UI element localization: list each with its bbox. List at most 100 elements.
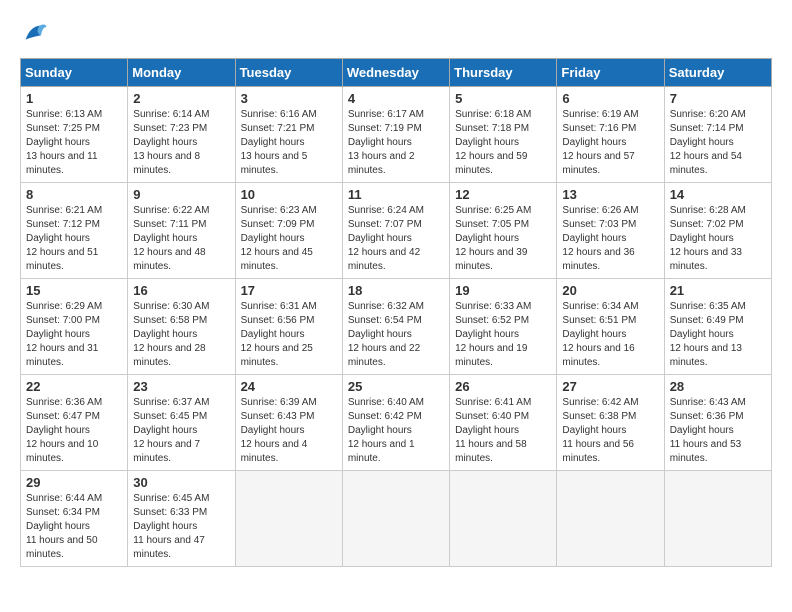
calendar-cell: 23 Sunrise: 6:37 AM Sunset: 6:45 PM Dayl… bbox=[128, 375, 235, 471]
day-info: Sunrise: 6:26 AM Sunset: 7:03 PM Dayligh… bbox=[562, 204, 658, 274]
calendar-cell: 17 Sunrise: 6:31 AM Sunset: 6:56 PM Dayl… bbox=[235, 279, 342, 375]
day-number: 14 bbox=[670, 187, 766, 202]
day-number: 7 bbox=[670, 91, 766, 106]
day-info: Sunrise: 6:39 AM Sunset: 6:43 PM Dayligh… bbox=[241, 396, 337, 466]
calendar-cell: 24 Sunrise: 6:39 AM Sunset: 6:43 PM Dayl… bbox=[235, 375, 342, 471]
calendar-cell: 21 Sunrise: 6:35 AM Sunset: 6:49 PM Dayl… bbox=[664, 279, 771, 375]
calendar-cell: 6 Sunrise: 6:19 AM Sunset: 7:16 PM Dayli… bbox=[557, 87, 664, 183]
calendar-cell: 14 Sunrise: 6:28 AM Sunset: 7:02 PM Dayl… bbox=[664, 183, 771, 279]
day-info: Sunrise: 6:30 AM Sunset: 6:58 PM Dayligh… bbox=[133, 300, 229, 370]
calendar-cell: 18 Sunrise: 6:32 AM Sunset: 6:54 PM Dayl… bbox=[342, 279, 449, 375]
day-number: 27 bbox=[562, 379, 658, 394]
day-number: 20 bbox=[562, 283, 658, 298]
day-info: Sunrise: 6:45 AM Sunset: 6:33 PM Dayligh… bbox=[133, 492, 229, 562]
day-number: 8 bbox=[26, 187, 122, 202]
day-number: 4 bbox=[348, 91, 444, 106]
day-info: Sunrise: 6:14 AM Sunset: 7:23 PM Dayligh… bbox=[133, 108, 229, 178]
day-info: Sunrise: 6:19 AM Sunset: 7:16 PM Dayligh… bbox=[562, 108, 658, 178]
day-number: 15 bbox=[26, 283, 122, 298]
calendar-cell: 22 Sunrise: 6:36 AM Sunset: 6:47 PM Dayl… bbox=[21, 375, 128, 471]
calendar-cell: 1 Sunrise: 6:13 AM Sunset: 7:25 PM Dayli… bbox=[21, 87, 128, 183]
calendar-cell: 20 Sunrise: 6:34 AM Sunset: 6:51 PM Dayl… bbox=[557, 279, 664, 375]
day-number: 19 bbox=[455, 283, 551, 298]
calendar-cell: 10 Sunrise: 6:23 AM Sunset: 7:09 PM Dayl… bbox=[235, 183, 342, 279]
day-info: Sunrise: 6:22 AM Sunset: 7:11 PM Dayligh… bbox=[133, 204, 229, 274]
calendar-cell: 26 Sunrise: 6:41 AM Sunset: 6:40 PM Dayl… bbox=[450, 375, 557, 471]
calendar-week-4: 22 Sunrise: 6:36 AM Sunset: 6:47 PM Dayl… bbox=[21, 375, 772, 471]
day-number: 10 bbox=[241, 187, 337, 202]
day-number: 24 bbox=[241, 379, 337, 394]
calendar-cell: 16 Sunrise: 6:30 AM Sunset: 6:58 PM Dayl… bbox=[128, 279, 235, 375]
day-info: Sunrise: 6:24 AM Sunset: 7:07 PM Dayligh… bbox=[348, 204, 444, 274]
calendar-cell: 29 Sunrise: 6:44 AM Sunset: 6:34 PM Dayl… bbox=[21, 471, 128, 567]
calendar-cell: 27 Sunrise: 6:42 AM Sunset: 6:38 PM Dayl… bbox=[557, 375, 664, 471]
logo-bird-icon bbox=[20, 20, 48, 48]
calendar-cell bbox=[235, 471, 342, 567]
calendar-cell: 4 Sunrise: 6:17 AM Sunset: 7:19 PM Dayli… bbox=[342, 87, 449, 183]
calendar-cell: 15 Sunrise: 6:29 AM Sunset: 7:00 PM Dayl… bbox=[21, 279, 128, 375]
day-info: Sunrise: 6:31 AM Sunset: 6:56 PM Dayligh… bbox=[241, 300, 337, 370]
calendar-cell: 5 Sunrise: 6:18 AM Sunset: 7:18 PM Dayli… bbox=[450, 87, 557, 183]
day-number: 26 bbox=[455, 379, 551, 394]
day-number: 16 bbox=[133, 283, 229, 298]
day-info: Sunrise: 6:23 AM Sunset: 7:09 PM Dayligh… bbox=[241, 204, 337, 274]
calendar-cell: 8 Sunrise: 6:21 AM Sunset: 7:12 PM Dayli… bbox=[21, 183, 128, 279]
calendar-cell bbox=[342, 471, 449, 567]
calendar-week-2: 8 Sunrise: 6:21 AM Sunset: 7:12 PM Dayli… bbox=[21, 183, 772, 279]
day-info: Sunrise: 6:44 AM Sunset: 6:34 PM Dayligh… bbox=[26, 492, 122, 562]
day-number: 17 bbox=[241, 283, 337, 298]
day-info: Sunrise: 6:34 AM Sunset: 6:51 PM Dayligh… bbox=[562, 300, 658, 370]
day-number: 29 bbox=[26, 475, 122, 490]
day-number: 2 bbox=[133, 91, 229, 106]
day-number: 28 bbox=[670, 379, 766, 394]
calendar-cell: 3 Sunrise: 6:16 AM Sunset: 7:21 PM Dayli… bbox=[235, 87, 342, 183]
calendar-cell: 25 Sunrise: 6:40 AM Sunset: 6:42 PM Dayl… bbox=[342, 375, 449, 471]
calendar-cell: 13 Sunrise: 6:26 AM Sunset: 7:03 PM Dayl… bbox=[557, 183, 664, 279]
calendar-week-1: 1 Sunrise: 6:13 AM Sunset: 7:25 PM Dayli… bbox=[21, 87, 772, 183]
calendar-cell: 7 Sunrise: 6:20 AM Sunset: 7:14 PM Dayli… bbox=[664, 87, 771, 183]
day-info: Sunrise: 6:43 AM Sunset: 6:36 PM Dayligh… bbox=[670, 396, 766, 466]
day-info: Sunrise: 6:20 AM Sunset: 7:14 PM Dayligh… bbox=[670, 108, 766, 178]
day-number: 30 bbox=[133, 475, 229, 490]
header-wednesday: Wednesday bbox=[342, 59, 449, 87]
day-number: 5 bbox=[455, 91, 551, 106]
calendar-week-3: 15 Sunrise: 6:29 AM Sunset: 7:00 PM Dayl… bbox=[21, 279, 772, 375]
day-info: Sunrise: 6:37 AM Sunset: 6:45 PM Dayligh… bbox=[133, 396, 229, 466]
day-number: 11 bbox=[348, 187, 444, 202]
day-info: Sunrise: 6:21 AM Sunset: 7:12 PM Dayligh… bbox=[26, 204, 122, 274]
day-info: Sunrise: 6:35 AM Sunset: 6:49 PM Dayligh… bbox=[670, 300, 766, 370]
calendar-cell: 19 Sunrise: 6:33 AM Sunset: 6:52 PM Dayl… bbox=[450, 279, 557, 375]
day-number: 21 bbox=[670, 283, 766, 298]
calendar-cell: 9 Sunrise: 6:22 AM Sunset: 7:11 PM Dayli… bbox=[128, 183, 235, 279]
header-saturday: Saturday bbox=[664, 59, 771, 87]
header-friday: Friday bbox=[557, 59, 664, 87]
calendar-cell bbox=[557, 471, 664, 567]
day-number: 22 bbox=[26, 379, 122, 394]
calendar-cell bbox=[450, 471, 557, 567]
day-number: 23 bbox=[133, 379, 229, 394]
day-info: Sunrise: 6:36 AM Sunset: 6:47 PM Dayligh… bbox=[26, 396, 122, 466]
day-info: Sunrise: 6:28 AM Sunset: 7:02 PM Dayligh… bbox=[670, 204, 766, 274]
day-info: Sunrise: 6:17 AM Sunset: 7:19 PM Dayligh… bbox=[348, 108, 444, 178]
calendar-cell: 11 Sunrise: 6:24 AM Sunset: 7:07 PM Dayl… bbox=[342, 183, 449, 279]
day-info: Sunrise: 6:40 AM Sunset: 6:42 PM Dayligh… bbox=[348, 396, 444, 466]
day-info: Sunrise: 6:33 AM Sunset: 6:52 PM Dayligh… bbox=[455, 300, 551, 370]
day-number: 6 bbox=[562, 91, 658, 106]
calendar-cell: 2 Sunrise: 6:14 AM Sunset: 7:23 PM Dayli… bbox=[128, 87, 235, 183]
calendar-cell: 28 Sunrise: 6:43 AM Sunset: 6:36 PM Dayl… bbox=[664, 375, 771, 471]
calendar-header-row: SundayMondayTuesdayWednesdayThursdayFrid… bbox=[21, 59, 772, 87]
day-info: Sunrise: 6:29 AM Sunset: 7:00 PM Dayligh… bbox=[26, 300, 122, 370]
day-info: Sunrise: 6:13 AM Sunset: 7:25 PM Dayligh… bbox=[26, 108, 122, 178]
day-number: 12 bbox=[455, 187, 551, 202]
day-number: 18 bbox=[348, 283, 444, 298]
calendar-cell: 12 Sunrise: 6:25 AM Sunset: 7:05 PM Dayl… bbox=[450, 183, 557, 279]
logo bbox=[20, 20, 52, 48]
day-info: Sunrise: 6:25 AM Sunset: 7:05 PM Dayligh… bbox=[455, 204, 551, 274]
day-number: 1 bbox=[26, 91, 122, 106]
day-number: 3 bbox=[241, 91, 337, 106]
page-header bbox=[20, 20, 772, 48]
calendar-week-5: 29 Sunrise: 6:44 AM Sunset: 6:34 PM Dayl… bbox=[21, 471, 772, 567]
day-info: Sunrise: 6:32 AM Sunset: 6:54 PM Dayligh… bbox=[348, 300, 444, 370]
day-number: 13 bbox=[562, 187, 658, 202]
header-monday: Monday bbox=[128, 59, 235, 87]
